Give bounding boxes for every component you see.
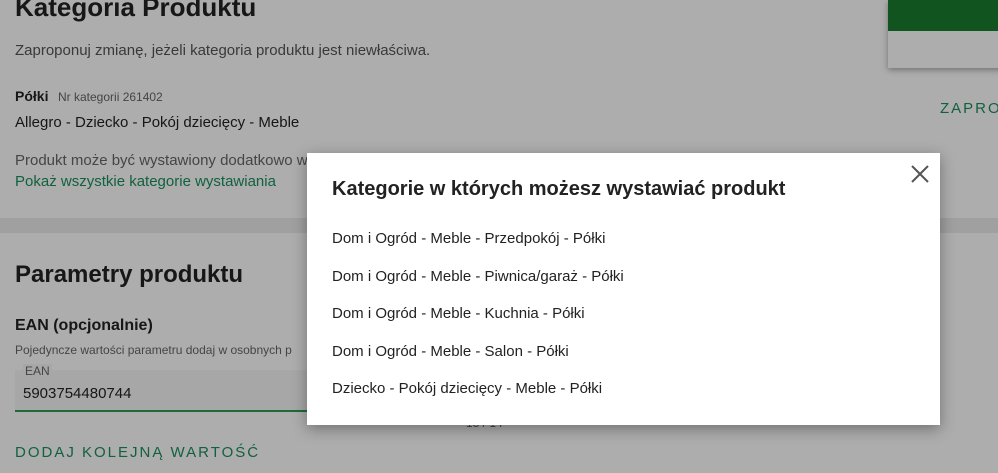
categories-modal: Kategorie w których możesz wystawiać pro…	[307, 153, 940, 425]
modal-title: Kategorie w których możesz wystawiać pro…	[332, 178, 786, 200]
modal-category-item: Dom i Ogród - Meble - Przedpokój - Półki	[332, 230, 606, 247]
modal-category-item: Dom i Ogród - Meble - Piwnica/garaż - Pó…	[332, 267, 624, 285]
close-icon[interactable]	[908, 162, 932, 186]
page: Kategoria Produktu Zaproponuj zmianę, je…	[0, 0, 998, 473]
modal-category-item: Dziecko - Pokój dziecięcy - Meble - Półk…	[332, 380, 603, 397]
modal-category-list: Dom i Ogród - Meble - Przedpokój - Półki…	[332, 228, 624, 416]
modal-category-item: Dom i Ogród - Meble - Kuchnia - Półki	[332, 305, 585, 322]
modal-category-item: Dom i Ogród - Meble - Salon - Półki	[332, 342, 569, 360]
close-icon-svg	[911, 165, 929, 183]
